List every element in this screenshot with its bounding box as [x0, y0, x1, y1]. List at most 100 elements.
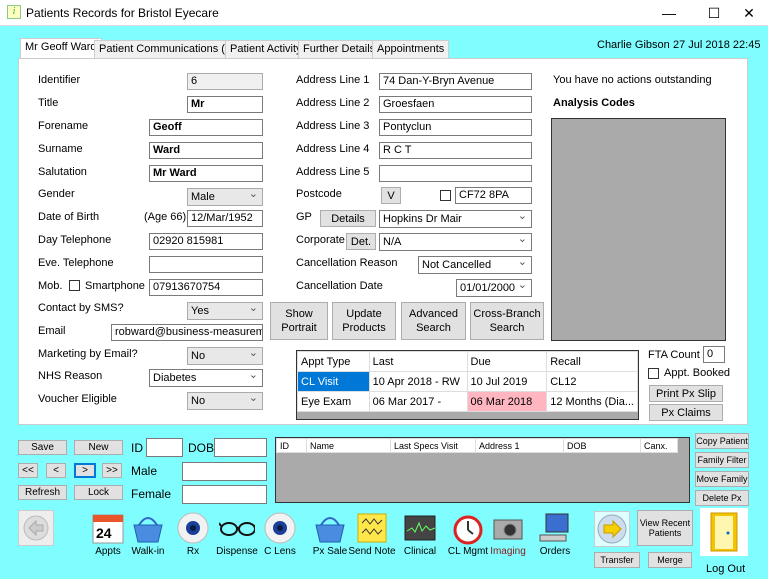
patient-search-results[interactable]: ID Name Last Specs Visit Address 1 DOB C…: [275, 437, 690, 503]
postcode-v-button[interactable]: V: [381, 187, 401, 204]
next-record-button[interactable]: >: [74, 463, 96, 478]
marketing-select[interactable]: No: [187, 345, 263, 365]
previous-record-button[interactable]: <: [46, 463, 66, 478]
column-header: Due: [466, 351, 548, 372]
corporate-label: Corporate: [296, 234, 345, 246]
gp-details-button[interactable]: Details: [320, 210, 376, 227]
gp-select[interactable]: Hopkins Dr Mair: [379, 208, 532, 228]
voucher-select[interactable]: No: [187, 390, 263, 410]
female-field[interactable]: [182, 485, 267, 504]
cell[interactable]: Eye Exam: [297, 391, 370, 412]
lock-button[interactable]: Lock: [74, 485, 123, 500]
logout-label: Log Out: [706, 563, 746, 575]
gender-label: Gender: [38, 188, 75, 200]
dob-search-field[interactable]: [214, 438, 267, 457]
copy-patient-button[interactable]: Copy Patient: [695, 433, 749, 449]
mob-label: Mob.: [38, 280, 63, 292]
logout-door-icon[interactable]: [700, 508, 748, 556]
basket-icon: [130, 510, 166, 546]
address4-label: Address Line 4: [296, 143, 370, 155]
cell-overdue[interactable]: 06 Mar 2018: [466, 391, 548, 412]
tab-patient[interactable]: Mr Geoff Ward: [20, 38, 102, 59]
cancel-reason-select[interactable]: Not Cancelled: [418, 254, 532, 274]
column-header: Address 1: [475, 438, 564, 453]
marketing-label: Marketing by Email?: [38, 348, 138, 360]
tab-further-details[interactable]: Further Details: [298, 40, 381, 58]
maximize-button[interactable]: ☐: [699, 3, 729, 23]
title-field[interactable]: Mr: [187, 96, 263, 113]
move-family-button[interactable]: Move Family: [695, 471, 749, 487]
tab-appointments[interactable]: Appointments: [372, 40, 450, 58]
cancel-date-label: Cancellation Date: [296, 280, 383, 292]
cancel-date-picker[interactable]: 01/01/2000: [456, 277, 532, 297]
forward-arrow-icon[interactable]: [594, 511, 630, 547]
tab-activity[interactable]: Patient Activity: [225, 40, 307, 58]
px-claims-button[interactable]: Px Claims: [649, 404, 723, 421]
cross-branch-search-button[interactable]: Cross-Branch Search: [470, 302, 544, 340]
cell[interactable]: 12 Months (Dia...: [546, 391, 638, 412]
age-text: (Age 66): [144, 211, 187, 223]
forename-field[interactable]: Geoff: [149, 119, 263, 136]
first-record-button[interactable]: <<: [18, 463, 38, 478]
show-portrait-button[interactable]: Show Portrait: [270, 302, 328, 340]
dob-field[interactable]: 12/Mar/1952: [187, 210, 263, 227]
address2-field[interactable]: Groesfaen: [379, 96, 532, 113]
dob-label: Date of Birth: [38, 211, 100, 223]
table-row[interactable]: CL Visit 10 Apr 2018 - RW 10 Jul 2019 CL…: [297, 371, 638, 392]
address1-field[interactable]: 74 Dan-Y-Bryn Avenue: [379, 73, 532, 90]
print-px-slip-button[interactable]: Print Px Slip: [649, 385, 723, 402]
smartphone-checkbox[interactable]: [69, 280, 80, 291]
postcode-checkbox[interactable]: [440, 190, 451, 201]
fta-count-label: FTA Count: [648, 349, 700, 361]
title-bar: i Patients Records for Bristol Eyecare —…: [0, 0, 768, 26]
actions-message: You have no actions outstanding: [553, 74, 712, 86]
day-tel-field[interactable]: 02920 815981: [149, 233, 263, 250]
save-button[interactable]: Save: [18, 440, 67, 455]
email-field[interactable]: robward@business-measureme: [111, 324, 263, 341]
fta-count-field[interactable]: 0: [703, 346, 725, 363]
cell[interactable]: 06 Mar 2017 -: [368, 391, 468, 412]
close-button[interactable]: ✕: [734, 3, 764, 23]
smartphone-label: Smartphone: [85, 280, 145, 292]
address5-field[interactable]: [379, 165, 532, 182]
delete-px-button[interactable]: Delete Px: [695, 490, 749, 506]
back-arrow-icon[interactable]: [18, 510, 54, 546]
cell[interactable]: 10 Apr 2018 - RW: [368, 371, 468, 392]
gender-select[interactable]: Male: [187, 186, 263, 206]
tab-communications[interactable]: Patient Communications (3): [94, 40, 240, 58]
advanced-search-button[interactable]: Advanced Search: [401, 302, 466, 340]
new-button[interactable]: New: [74, 440, 123, 455]
transfer-button[interactable]: Transfer: [594, 552, 640, 568]
address3-field[interactable]: Pontyclun: [379, 119, 532, 136]
postcode-field[interactable]: CF72 8PA: [455, 187, 532, 204]
cell[interactable]: CL Visit: [297, 371, 370, 392]
refresh-button[interactable]: Refresh: [18, 485, 67, 500]
last-record-button[interactable]: >>: [102, 463, 122, 478]
update-products-button[interactable]: Update Products: [332, 302, 396, 340]
nhs-select[interactable]: Diabetes: [149, 367, 263, 387]
toolbar-button-orders[interactable]: Orders: [525, 510, 585, 557]
salutation-field[interactable]: Mr Ward: [149, 165, 263, 182]
merge-button[interactable]: Merge: [648, 552, 692, 568]
column-header: Last Specs Visit: [390, 438, 476, 453]
appt-booked-checkbox[interactable]: [648, 368, 659, 379]
address4-field[interactable]: R C T: [379, 142, 532, 159]
results-header-row: ID Name Last Specs Visit Address 1 DOB C…: [276, 438, 678, 453]
sms-select[interactable]: Yes: [187, 300, 263, 320]
cell[interactable]: 10 Jul 2019: [466, 371, 548, 392]
corporate-det-button[interactable]: Det.: [346, 233, 376, 250]
eve-tel-field[interactable]: [149, 256, 263, 273]
family-filter-button[interactable]: Family Filter: [695, 452, 749, 468]
table-row[interactable]: Eye Exam 06 Mar 2017 - 06 Mar 2018 12 Mo…: [297, 391, 638, 412]
corporate-select[interactable]: N/A: [379, 231, 532, 251]
surname-field[interactable]: Ward: [149, 142, 263, 159]
mobile-field[interactable]: 07913670754: [149, 279, 263, 296]
minimize-button[interactable]: —: [654, 3, 684, 23]
toolbar-label: Orders: [539, 546, 571, 557]
id-search-field[interactable]: [146, 438, 183, 457]
view-recent-patients-button[interactable]: View Recent Patients: [637, 510, 693, 546]
analysis-codes-list[interactable]: [551, 118, 726, 341]
male-field[interactable]: [182, 462, 267, 481]
column-header: Appt Type: [297, 351, 370, 372]
cell[interactable]: CL12: [546, 371, 638, 392]
